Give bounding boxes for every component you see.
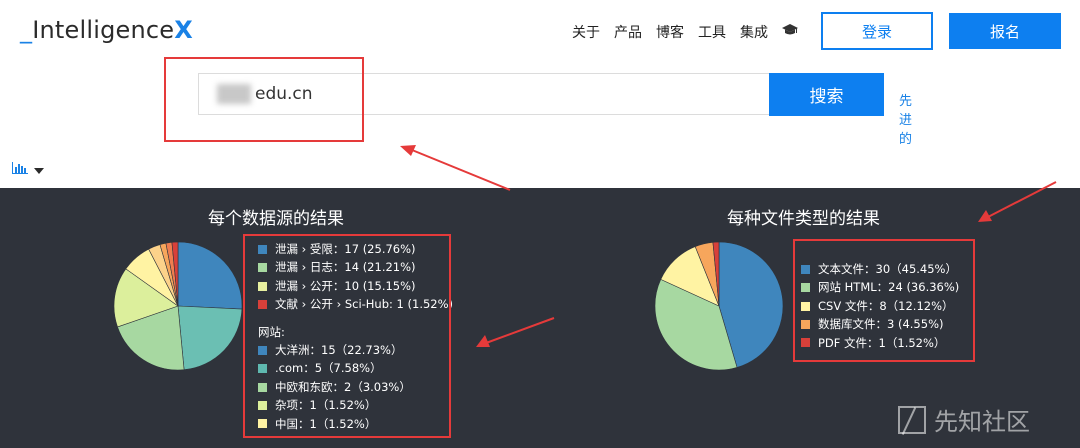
annotation-arrow (978, 181, 1057, 222)
annotation-arrow (476, 317, 555, 347)
annotation-arrows (400, 145, 1057, 347)
annotation-arrow (400, 145, 511, 191)
